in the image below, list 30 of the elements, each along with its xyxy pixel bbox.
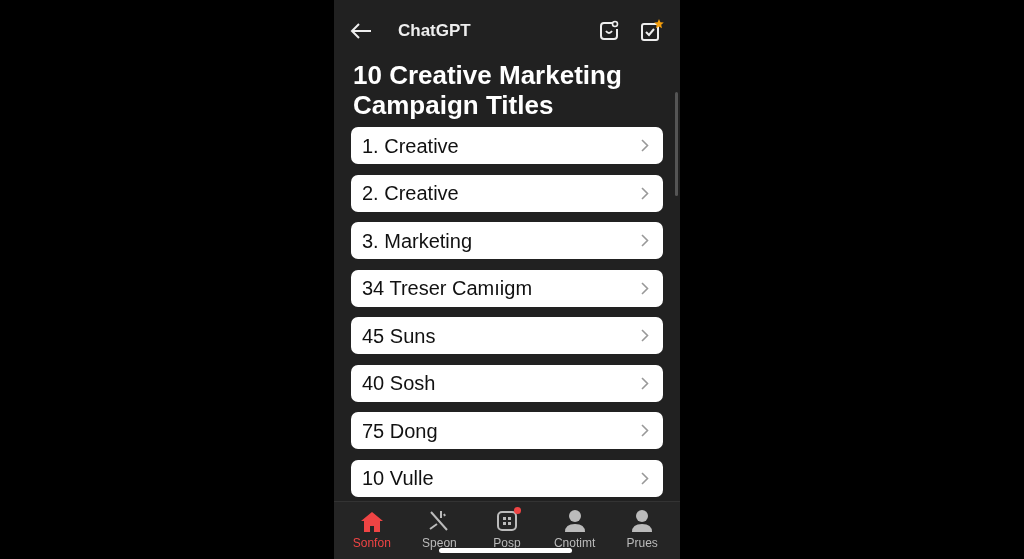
nav-tab[interactable]: Cnotimt <box>540 508 609 559</box>
burst-icon <box>428 510 451 532</box>
home-icon <box>360 512 383 532</box>
person-icon <box>564 510 585 532</box>
nav-tab[interactable]: Sonfon <box>338 508 406 559</box>
chevron-right-icon <box>641 471 649 485</box>
chevron-right-icon <box>641 424 649 437</box>
chat-bubble-icon[interactable] <box>598 20 620 42</box>
list-item[interactable]: 75 Dong <box>351 412 663 449</box>
person-icon <box>632 510 653 532</box>
list-item[interactable]: 10 Vulle <box>351 459 663 497</box>
header-title: ChatGPT <box>398 20 471 43</box>
chevron-right-icon <box>641 376 649 390</box>
chevron-right-icon <box>641 281 649 295</box>
page-heading: 10 Creative Marketing Campaign Titles <box>352 60 623 120</box>
chevron-right-icon <box>641 234 649 247</box>
list-item[interactable]: 1. Creative <box>351 127 663 164</box>
nav-tab[interactable]: Prues <box>608 508 676 559</box>
back-arrow-icon[interactable] <box>350 23 372 39</box>
list-item[interactable]: 3. Marketing <box>351 222 663 259</box>
list-item[interactable]: 40 Sosh <box>351 364 663 402</box>
grid-icon <box>496 510 518 532</box>
list-item[interactable]: 45 Suns <box>351 317 663 354</box>
chevron-right-icon <box>641 139 649 152</box>
list-item[interactable]: 34 Treser Camıigm <box>351 269 663 307</box>
nav-tab[interactable]: Speon <box>405 508 474 559</box>
checklist-star-icon[interactable] <box>640 19 664 43</box>
chevron-right-icon <box>641 186 649 200</box>
chevron-right-icon <box>641 329 649 342</box>
list-item[interactable]: 2. Creative <box>351 174 663 212</box>
